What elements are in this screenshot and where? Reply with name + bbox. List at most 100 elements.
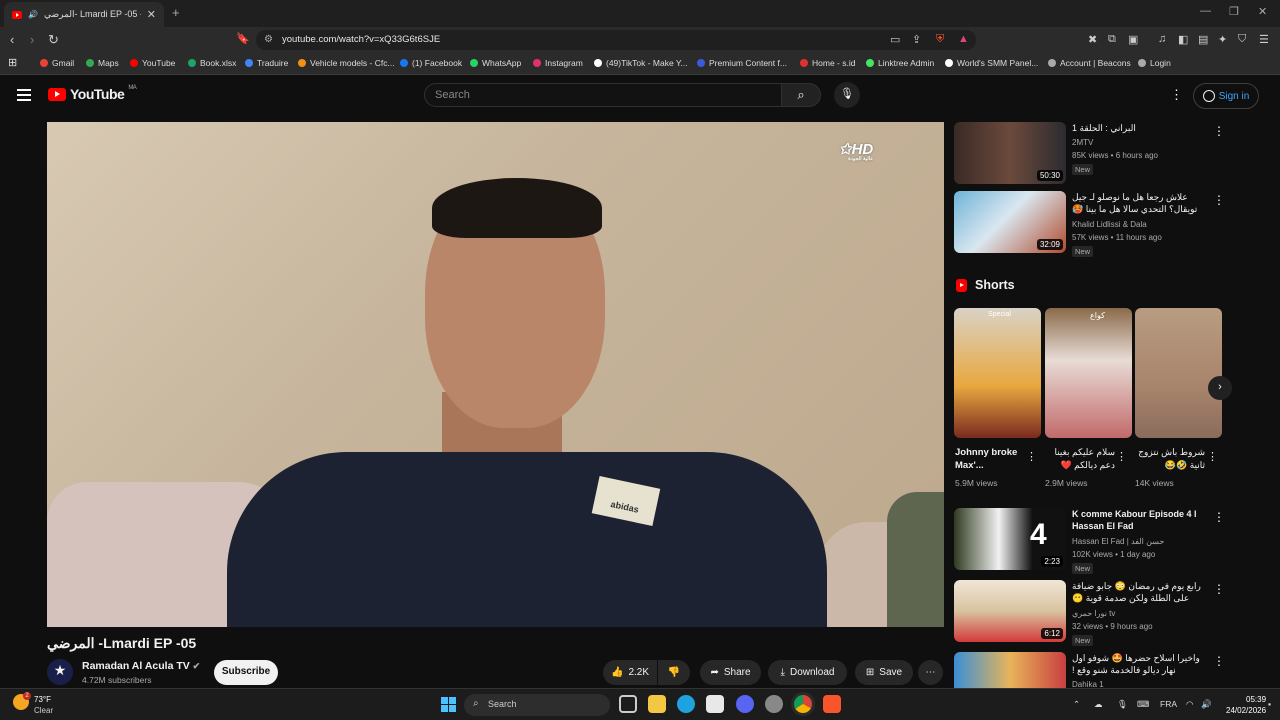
forward-icon[interactable]: › <box>30 32 34 47</box>
task-view-icon[interactable] <box>619 695 637 713</box>
reload-icon[interactable]: ↻ <box>48 32 59 48</box>
more-options-icon[interactable]: ⋮ <box>1213 510 1225 524</box>
share-button[interactable]: ➦ Share <box>700 660 761 685</box>
url-field[interactable]: ⚙ youtube.com/watch?v=xQ33G6t6SJE <box>256 30 976 50</box>
wallet-icon[interactable]: ▣ <box>1128 33 1138 46</box>
edge-icon[interactable] <box>677 695 695 713</box>
channel-name[interactable]: نورا حمري tv <box>1072 609 1115 618</box>
settings-kebab-icon[interactable]: ⋮ <box>1170 87 1183 103</box>
short-thumbnail[interactable]: كواع <box>1045 308 1132 438</box>
search-button[interactable]: ⌕ <box>781 83 821 107</box>
bookmark-item[interactable]: World's SMM Panel... <box>945 58 1038 68</box>
bookmark-item[interactable]: (49)TikTok - Make Y... <box>594 58 688 68</box>
video-thumbnail[interactable]: 4 2:23 <box>954 508 1066 570</box>
menu-icon[interactable]: ☰ <box>1259 33 1269 46</box>
bookmark-item[interactable]: YouTube <box>130 58 175 68</box>
new-tab-button[interactable]: + <box>172 5 180 20</box>
video-thumbnail[interactable] <box>954 652 1066 688</box>
cast-icon[interactable]: ▭ <box>890 33 900 46</box>
restore-icon[interactable]: ❐ <box>1229 5 1239 18</box>
recommended-video[interactable]: 32:09 علاش رجعا هل ما نوصلو لـ جيل تويقا… <box>954 191 1244 257</box>
language-indicator[interactable]: FRA <box>1160 699 1177 709</box>
shorts-next-button[interactable]: › <box>1208 376 1232 400</box>
browser-tab-active[interactable]: 🔊 المرضي- Lmardi EP -05 - YouTube ✕ <box>4 2 164 27</box>
bookmark-item[interactable]: Premium Content f... <box>697 58 787 68</box>
chrome-icon[interactable] <box>794 695 812 713</box>
more-options-icon[interactable]: ⋮ <box>1213 193 1225 207</box>
volume-icon[interactable]: 🔊 <box>1201 699 1212 710</box>
speaker-icon[interactable]: 🔊 <box>28 10 38 19</box>
video-player[interactable]: abidas ✩HD عالية الجودة <box>47 122 944 627</box>
bookmark-item[interactable]: Instagram <box>533 58 583 68</box>
recommended-video[interactable]: 50:30 البراني : الحلقة 1 2MTV 85K views … <box>954 122 1244 186</box>
brave-shield-icon[interactable]: ⛨ <box>936 33 944 46</box>
more-options-icon[interactable]: ⋮ <box>1213 124 1225 138</box>
youtube-logo[interactable]: YouTube MA <box>48 85 137 102</box>
video-title[interactable]: علاش رجعا هل ما نوصلو لـ جيل تويقال؟ الت… <box>1072 191 1202 215</box>
video-title[interactable]: البراني : الحلقة 1 <box>1072 122 1202 134</box>
bookmark-item[interactable]: Gmail <box>40 58 74 68</box>
bookmark-item[interactable]: (1) Facebook <box>400 58 462 68</box>
bookmark-item[interactable]: Book.xlsx <box>188 58 236 68</box>
tray-chevron-icon[interactable]: ⌃ <box>1073 699 1080 710</box>
settings-app-icon[interactable] <box>765 695 783 713</box>
channel-name[interactable]: 2MTV <box>1072 138 1093 147</box>
video-thumbnail[interactable]: 6:12 <box>954 580 1066 642</box>
bookmark-item[interactable]: Traduire <box>245 58 288 68</box>
subscribe-button[interactable]: Subscribe <box>214 660 278 685</box>
more-options-icon[interactable]: ⋮ <box>1026 450 1037 463</box>
onedrive-icon[interactable]: ☁ <box>1094 699 1103 710</box>
video-thumbnail[interactable]: 32:09 <box>954 191 1066 253</box>
discord-icon[interactable] <box>736 695 754 713</box>
leo-icon[interactable]: ✦ <box>1218 33 1227 46</box>
close-tab-icon[interactable]: ✕ <box>147 8 156 21</box>
extension-x-icon[interactable]: ✖ <box>1088 33 1097 46</box>
more-options-icon[interactable]: ⋮ <box>1207 450 1218 463</box>
channel-avatar[interactable]: ★ <box>47 659 73 685</box>
wifi-icon[interactable]: ◠ <box>1186 699 1193 710</box>
bookmark-item[interactable]: Account | Beacons <box>1048 58 1131 68</box>
site-info-icon[interactable]: ⚙ <box>264 34 273 45</box>
video-thumbnail[interactable]: 50:30 <box>954 122 1066 184</box>
more-actions-button[interactable]: ⋯ <box>918 660 943 685</box>
minimize-icon[interactable]: — <box>1200 5 1211 17</box>
wallet-panel-icon[interactable]: ▤ <box>1198 33 1208 46</box>
music-icon[interactable]: ♫ <box>1158 33 1166 45</box>
close-window-icon[interactable]: ✕ <box>1258 5 1267 18</box>
voice-search-button[interactable]: 🎙 <box>834 82 860 108</box>
video-title[interactable]: واخيرا اسلاح حضرها 🤩 شوفو اول نهار ديالو… <box>1072 652 1202 676</box>
taskbar-search[interactable]: ⌕ Search <box>464 694 610 716</box>
keyboard-icon[interactable]: ⌨ <box>1137 699 1149 710</box>
video-title[interactable]: رابع يوم في رمضان 😳 جابو ضيافة على الطلة… <box>1072 580 1202 604</box>
channel-name[interactable]: Hassan El Fad | حسن الفد <box>1072 537 1164 546</box>
temperature[interactable]: 73°F <box>34 695 51 704</box>
rewards-icon[interactable]: ▲ <box>958 33 969 45</box>
video-title[interactable]: K comme Kabour Episode 4 l Hassan El Fad <box>1072 508 1202 532</box>
back-icon[interactable]: ‹ <box>10 32 14 47</box>
vpn-icon[interactable]: ⛉ <box>1238 33 1246 46</box>
short-thumbnail[interactable] <box>1135 308 1222 438</box>
save-button[interactable]: ⊞ Save <box>855 660 913 685</box>
mic-tray-icon[interactable]: 🎙 <box>1117 699 1128 710</box>
bookmark-item[interactable]: Linktree Admin <box>866 58 934 68</box>
sign-in-button[interactable]: Sign in <box>1193 83 1259 109</box>
short-thumbnail[interactable]: Special <box>954 308 1041 438</box>
sidebar-toggle-icon[interactable]: ◧ <box>1178 33 1188 46</box>
bookmark-item[interactable]: Maps <box>86 58 119 68</box>
notification-icon[interactable]: ▪ <box>1268 699 1271 709</box>
share-page-icon[interactable]: ⇪ <box>912 33 921 46</box>
bookmark-icon[interactable]: 🔖 <box>236 32 250 45</box>
like-button[interactable]: 👍 2.2K <box>603 660 657 685</box>
recommended-video[interactable]: 6:12 رابع يوم في رمضان 😳 جابو ضيافة على … <box>954 580 1244 646</box>
bookmark-item[interactable]: Vehicle models - Cfc... <box>298 58 395 68</box>
file-explorer-icon[interactable] <box>648 695 666 713</box>
channel-name[interactable]: Khalid Lidlissi & Dala <box>1072 220 1147 229</box>
bookmark-item[interactable]: Home - s.id <box>800 58 855 68</box>
channel-name[interactable]: Ramadan Al Acula TV ✔ <box>82 660 200 672</box>
short-title[interactable]: سلام عليكم بغينا دعم ديالكم ❤️ <box>1045 446 1115 472</box>
windows-start-icon[interactable] <box>441 697 456 712</box>
dislike-button[interactable]: 👎 <box>658 660 690 685</box>
guide-menu-icon[interactable] <box>17 89 31 101</box>
more-options-icon[interactable]: ⋮ <box>1116 450 1127 463</box>
short-title[interactable]: شروط باش نتزوج ثانية 🤣😂 <box>1135 446 1205 472</box>
